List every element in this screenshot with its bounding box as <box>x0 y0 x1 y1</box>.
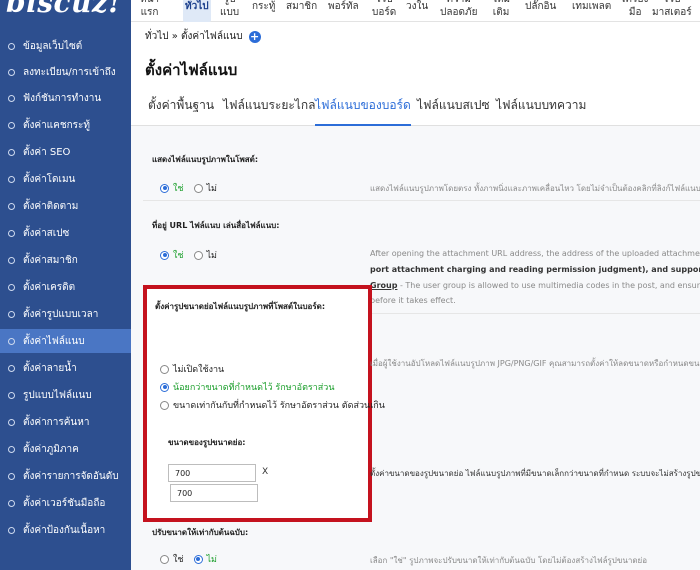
setting-desc-url-media-4: before it takes effect. <box>370 296 456 305</box>
bullet-icon <box>8 94 15 102</box>
radio-thumb-equal-circle[interactable] <box>160 400 169 410</box>
radio-url-media-no[interactable] <box>193 250 203 260</box>
topnav-item-security[interactable]: ความ ปลอดภัย <box>440 0 477 19</box>
sidebar-item-search[interactable]: ตั้งค่าการค้นหา <box>0 410 131 434</box>
setting-desc-thumbnail: เมื่อผู้ใช้งานอัปโหลดไฟล์แนบรูปภาพ JPG/P… <box>370 359 700 368</box>
topnav-item-style[interactable]: รูป แบบ <box>220 0 239 19</box>
topnav-item-group[interactable]: วงใน <box>406 0 428 12</box>
times-sign: X <box>262 467 269 477</box>
bullet-icon <box>8 68 15 76</box>
radio-original-no[interactable] <box>193 554 203 564</box>
bullet-icon <box>8 148 15 156</box>
sidebar-item-register[interactable]: ลงทะเบียน/การเข้าถึง <box>0 60 131 84</box>
setting-label-thumbnail: ตั้งค่ารูปขนาดย่อไฟล์แนบรูปภาพที่โพสต์ใน… <box>155 302 326 311</box>
radio-show-image-yes[interactable] <box>160 183 169 193</box>
topnav-item-tools[interactable]: เครื่อง มือ <box>622 0 648 19</box>
setting-label-original-resize: ปรับขนาดให้เท่ากับต้นฉบับ: <box>152 528 249 537</box>
radio-show-image-no[interactable] <box>193 183 203 193</box>
radio-group-show-image: ใช่ ไม่ <box>160 181 217 195</box>
topnav-item-extended[interactable]: ใหม่ เติม <box>492 0 510 19</box>
bullet-icon <box>8 229 15 237</box>
radio-url-media-yes[interactable] <box>160 250 169 260</box>
topnav-item-portal[interactable]: พอร์ทัล <box>328 0 359 12</box>
sidebar-item-credits[interactable]: ตั้งค่าเครดิต <box>0 275 131 299</box>
sidebar-item-attachments[interactable]: ตั้งค่าไฟล์แนบ <box>0 329 131 353</box>
bullet-icon <box>8 283 15 291</box>
bullet-icon <box>8 42 15 50</box>
sidebar-item-time-format[interactable]: ตั้งค่ารูปแบบเวลา <box>0 302 131 326</box>
setting-desc-original-resize: เลือก "ใช่" รูปภาพจะปรับขนาดให้เท่ากับต้… <box>370 556 647 565</box>
bullet-icon <box>8 445 15 453</box>
setting-label-url-media: ที่อยู่ URL ไฟล์แนบ เล่นสื่อไฟล์แนบ: <box>152 221 280 230</box>
breadcrumb: ทั่วไป » ตั้งค่าไฟล์แนบ + <box>145 29 261 43</box>
tab-space-attachments[interactable]: ไฟล์แนบสเปซ <box>417 96 490 126</box>
tab-forum-attachments[interactable]: ไฟล์แนบของบอร์ด <box>315 96 411 126</box>
sidebar-item-follow[interactable]: ตั้งค่าติดตาม <box>0 194 131 218</box>
logo-text: biscuz! <box>6 0 122 19</box>
setting-desc-show-image: แสดงไฟล์แนบรูปภาพโดยตรง ทั้งภาพนิ่งและภา… <box>370 184 700 193</box>
setting-desc-url-media-2: port attachment charging and reading per… <box>370 265 700 274</box>
topnav-item-founder[interactable]: ไวป มาสเตอร์ <box>652 0 692 19</box>
radio-thumb-equal[interactable]: ขนาดเท่ากันกับที่กำหนดไว้ รักษาอัตราส่วน… <box>160 398 385 412</box>
tab-basic[interactable]: ตั้งค่าพื้นฐาน <box>148 96 214 126</box>
bullet-icon <box>8 256 15 264</box>
radio-thumb-disabled-circle[interactable] <box>160 364 169 374</box>
bullet-icon <box>8 391 15 399</box>
sidebar-item-watermark[interactable]: ตั้งค่าลายน้ำ <box>0 356 131 380</box>
top-navigation-bar: biscuz! หน้า แรก ทั่วไป รูป แบบ กระทู้ ส… <box>0 0 700 22</box>
setting-label-show-image: แสดงไฟล์แนบรูปภาพในโพสต์: <box>152 155 259 164</box>
topnav-item-plugin[interactable]: ปลั๊กอิน <box>525 0 556 12</box>
logo[interactable]: biscuz! <box>0 0 131 22</box>
sidebar-item-functions[interactable]: ฟังก์ชันการทำงาน <box>0 86 131 110</box>
topnav-item-member[interactable]: สมาชิก <box>286 0 317 12</box>
bullet-icon <box>8 526 15 534</box>
app-window: biscuz! หน้า แรก ทั่วไป รูป แบบ กระทู้ ส… <box>0 0 700 570</box>
divider <box>143 200 700 201</box>
bullet-icon <box>8 175 15 183</box>
bullet-icon <box>8 121 15 129</box>
tab-remote[interactable]: ไฟล์แนบระยะไกล <box>223 96 315 126</box>
sidebar-item-ranking[interactable]: ตั้งค่ารายการจัดอันดับ <box>0 464 131 488</box>
page-title: ตั้งค่าไฟล์แนบ <box>145 61 238 79</box>
topnav-item-home[interactable]: หน้า แรก <box>140 0 159 19</box>
sidebar-item-domain[interactable]: ตั้งค่าโดเมน <box>0 167 131 191</box>
radio-group-original-resize: ใช่ ไม่ <box>160 552 217 566</box>
sidebar-item-seo[interactable]: ตั้งค่า SEO <box>0 140 131 164</box>
bullet-icon <box>8 418 15 426</box>
bullet-icon <box>8 499 15 507</box>
topnav-item-general[interactable]: ทั่วไป <box>183 0 211 22</box>
bullet-icon <box>8 472 15 480</box>
sidebar-item-thread-cache[interactable]: ตั้งค่าแคชกระทู้ <box>0 113 131 137</box>
bullet-icon <box>8 364 15 372</box>
radio-thumb-smaller[interactable]: น้อยกว่าขนาดที่กำหนดไว้ รักษาอัตราส่วน <box>160 380 335 394</box>
sidebar-item-members[interactable]: ตั้งค่าสมาชิก <box>0 248 131 272</box>
bullet-icon <box>8 310 15 318</box>
radio-thumb-disabled[interactable]: ไม่เปิดใช้งาน <box>160 362 224 376</box>
radio-original-yes[interactable] <box>160 554 169 564</box>
radio-thumb-smaller-circle[interactable] <box>160 382 169 392</box>
thumb-height-input[interactable]: 700 <box>170 484 258 502</box>
sidebar-item-region[interactable]: ตั้งค่าภูมิภาค <box>0 437 131 461</box>
group-link[interactable]: Group <box>370 281 397 290</box>
sidebar-item-space[interactable]: ตั้งค่าสเปซ <box>0 221 131 245</box>
sidebar-item-site-info[interactable]: ข้อมูลเว็บไซต์ <box>0 34 131 58</box>
topnav-item-template[interactable]: เทมเพลต <box>572 0 611 12</box>
thumb-width-input[interactable]: 700 <box>168 464 256 482</box>
tab-article-attachments[interactable]: ไฟล์แนบบทความ <box>496 96 586 126</box>
bullet-icon <box>8 202 15 210</box>
bullet-icon <box>8 337 15 345</box>
topnav-item-thread[interactable]: กระทู้ <box>252 0 275 12</box>
topnav-item-forum[interactable]: ไวป บอร์ด <box>372 0 396 19</box>
sidebar: ข้อมูลเว็บไซต์ ลงทะเบียน/การเข้าถึง ฟังก… <box>0 22 131 570</box>
setting-desc-thumb-size: ตั้งค่าขนาดของรูปขนาดย่อ ไฟล์แนบรูปภาพที… <box>370 469 700 478</box>
sidebar-item-mobile[interactable]: ตั้งค่าเวอร์ชันมือถือ <box>0 491 131 515</box>
radio-group-url-media: ใช่ ไม่ <box>160 248 217 262</box>
setting-label-thumb-size: ขนาดของรูปขนาดย่อ: <box>168 438 246 447</box>
sidebar-item-attach-types[interactable]: รูปแบบไฟล์แนบ <box>0 383 131 407</box>
setting-desc-url-media-1: After opening the attachment URL address… <box>370 249 700 258</box>
plus-icon[interactable]: + <box>248 30 261 43</box>
sidebar-item-antitheft[interactable]: ตั้งค่าป้องกันเนื้อหา <box>0 518 131 542</box>
setting-desc-url-media-3: Group - The user group is allowed to use… <box>370 281 700 290</box>
tab-bar: ตั้งค่าพื้นฐาน ไฟล์แนบระยะไกล ไฟล์แนบของ… <box>131 90 700 126</box>
